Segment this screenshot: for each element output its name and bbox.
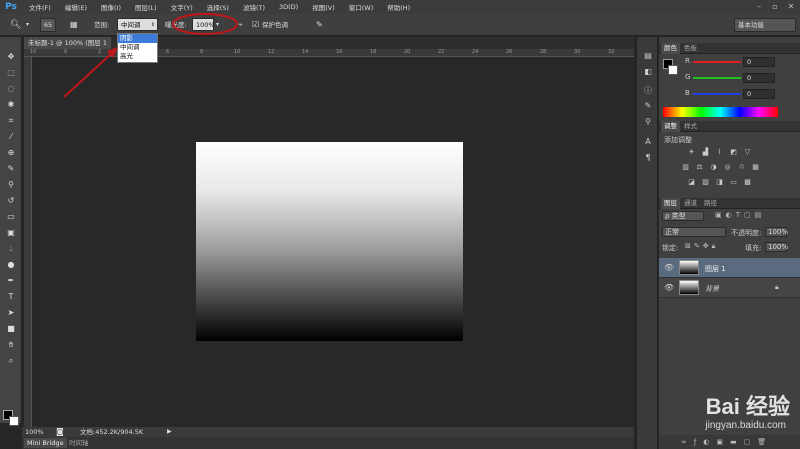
channel-mixer-icon[interactable]: ♲ (737, 163, 746, 171)
fill-input[interactable]: 100% (765, 242, 789, 252)
color-lookup-icon[interactable]: ▦ (751, 163, 760, 171)
layer-thumbnail (679, 260, 699, 275)
info-panel-icon[interactable]: ⓘ (641, 85, 655, 96)
curves-icon[interactable]: ⌇ (715, 148, 724, 156)
status-bar: 100% ◙ 文档:452.2K/904.5K ▶ (22, 427, 634, 437)
layer-visibility-eye-icon[interactable]: 👁︎ (664, 283, 674, 292)
right-panels: 颜色 色板 R 0 G 0 B 0 调整 样式 添加调整 ☀ ▟ ⌇ ◩ ▽ ▥… (659, 37, 800, 449)
fill-label: 填充: (745, 244, 762, 252)
tab-timeline[interactable]: 时间轴 (66, 438, 92, 448)
layers-panel-footer-buttons[interactable]: ∞ƒ◐▣▬▢🗑︎ (659, 435, 800, 449)
posterize-icon[interactable]: ▨ (701, 178, 710, 186)
fill-value: 100% (768, 243, 789, 251)
color-spectrum-ramp[interactable] (663, 107, 778, 117)
channel-b-value: 0 (747, 90, 752, 98)
layer-filter-icons[interactable]: ▣◐T▢▤ (715, 211, 765, 219)
invert-icon[interactable]: ◪ (687, 178, 696, 186)
baidu-jingyan-logo: Bai 经验 (705, 394, 790, 419)
gradient-map-icon[interactable]: ▭ (729, 178, 738, 186)
channel-r-input[interactable]: 0 (743, 57, 775, 67)
hue-saturation-icon[interactable]: ▥ (681, 163, 690, 171)
status-info-icon[interactable]: ◙ (56, 427, 64, 437)
channel-g-input[interactable]: 0 (743, 73, 775, 83)
channel-r-label: R (685, 57, 690, 65)
watermark-url: jingyan.baidu.com (705, 420, 786, 431)
lock-options-icons[interactable]: ⊠✎✥🔒︎ (685, 242, 718, 251)
color-balance-icon[interactable]: ⚖ (695, 163, 704, 171)
tab-swatches[interactable]: 色板 (681, 43, 700, 54)
channel-g-value: 0 (747, 74, 752, 82)
status-menu-arrow-icon[interactable]: ▶ (167, 427, 172, 437)
opacity-label: 不透明度: (731, 229, 762, 237)
channel-g-slider[interactable] (693, 77, 741, 79)
channel-g-label: G (685, 73, 691, 81)
paragraph-panel-icon[interactable]: ¶ (641, 153, 655, 164)
layer-thumbnail (679, 280, 699, 295)
opacity-value: 100% (768, 228, 789, 236)
exposure-icon[interactable]: ◩ (729, 148, 738, 156)
bottom-panel-tabs: Mini Bridge 时间轴 (22, 437, 634, 449)
photo-filter-icon[interactable]: ◎ (723, 163, 732, 171)
document-size: 文档:452.2K/904.5K (80, 428, 144, 436)
tab-styles[interactable]: 样式 (681, 121, 700, 132)
brush-presets-icon[interactable]: ✎ (641, 101, 655, 112)
levels-icon[interactable]: ▟ (701, 148, 710, 156)
history-panel-icon[interactable]: ▤ (641, 51, 655, 62)
blend-mode-select[interactable]: 正常 (662, 227, 726, 237)
tab-adjustments[interactable]: 调整 (661, 121, 680, 132)
exposure-highlight-ellipse (172, 13, 238, 35)
lock-label: 锁定: (662, 244, 679, 252)
adjustments-heading: 添加调整 (664, 136, 692, 144)
selective-color-icon[interactable]: ▩ (743, 178, 752, 186)
layer-row-layer1[interactable]: 👁︎ 图层 1 (659, 258, 800, 278)
channel-b-label: B (685, 89, 690, 97)
tab-channels[interactable]: 通道 (681, 198, 700, 209)
channel-r-value: 0 (747, 58, 752, 66)
tab-layers[interactable]: 图层 (661, 198, 680, 209)
layers-panel-tabs: 图层 通道 路径 (659, 198, 800, 209)
opacity-input[interactable]: 100% (765, 227, 789, 237)
black-white-icon[interactable]: ◑ (709, 163, 718, 171)
vibrance-icon[interactable]: ▽ (743, 148, 752, 156)
layer-lock-icon: 🔒︎ (775, 283, 779, 291)
layer-name[interactable]: 背景 (705, 284, 719, 294)
blend-mode-value: 正常 (665, 228, 679, 236)
tab-paths[interactable]: 路径 (701, 198, 720, 209)
layer-filter-value: ρ 类型 (665, 212, 686, 220)
channel-b-slider[interactable] (693, 93, 741, 95)
zoom-level[interactable]: 100% (25, 427, 44, 437)
layer-visibility-eye-icon[interactable]: 👁︎ (664, 263, 674, 272)
adjustments-panel-tabs: 调整 样式 (659, 121, 800, 132)
character-panel-icon[interactable]: A (641, 137, 655, 148)
channel-r-slider[interactable] (693, 61, 741, 63)
annotation-arrow-line (63, 52, 113, 98)
layer-row-background[interactable]: 👁︎ 背景 🔒︎ (659, 278, 800, 298)
color-panel-tabs: 颜色 色板 (659, 43, 800, 54)
brightness-contrast-icon[interactable]: ☀ (687, 148, 696, 156)
threshold-icon[interactable]: ◨ (715, 178, 724, 186)
clone-source-icon[interactable]: ⚲ (641, 117, 655, 128)
tab-mini-bridge[interactable]: Mini Bridge (24, 438, 67, 448)
color-panel-background-swatch[interactable] (668, 65, 678, 75)
channel-b-input[interactable]: 0 (743, 89, 775, 99)
tab-color[interactable]: 颜色 (661, 43, 680, 54)
properties-panel-icon[interactable]: ◧ (641, 67, 655, 78)
layer-filter-select[interactable]: ρ 类型 (662, 211, 704, 221)
layer-name[interactable]: 图层 1 (705, 264, 726, 274)
collapsed-panel-strip: ▤ ◧ ⓘ ✎ ⚲ A ¶ (636, 37, 658, 449)
